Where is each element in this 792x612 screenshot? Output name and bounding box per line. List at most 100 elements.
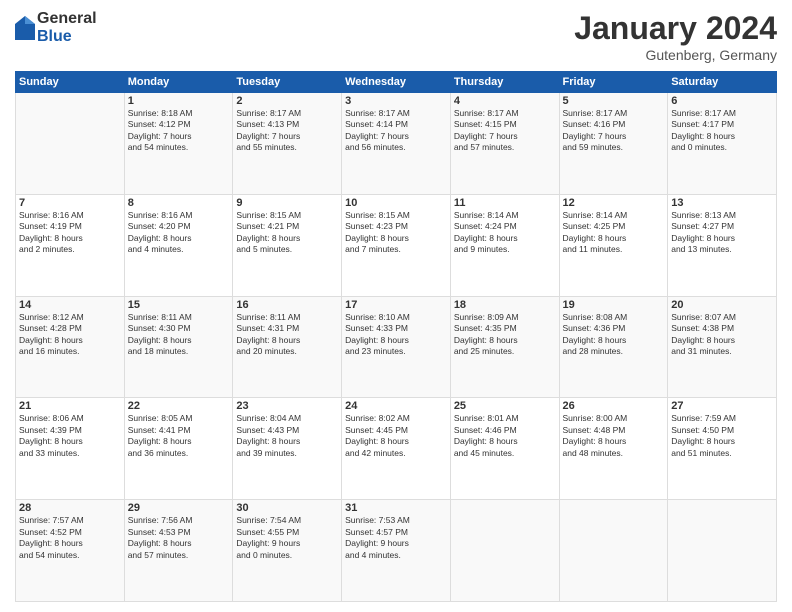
day-number: 14	[19, 299, 121, 311]
calendar-cell: 16Sunrise: 8:11 AMSunset: 4:31 PMDayligh…	[233, 296, 342, 398]
day-info: Sunrise: 8:08 AMSunset: 4:36 PMDaylight:…	[563, 312, 665, 358]
calendar-cell: 2Sunrise: 8:17 AMSunset: 4:13 PMDaylight…	[233, 93, 342, 195]
calendar-cell: 3Sunrise: 8:17 AMSunset: 4:14 PMDaylight…	[342, 93, 451, 195]
calendar-cell	[16, 93, 125, 195]
calendar-cell: 6Sunrise: 8:17 AMSunset: 4:17 PMDaylight…	[668, 93, 777, 195]
calendar-cell: 23Sunrise: 8:04 AMSunset: 4:43 PMDayligh…	[233, 398, 342, 500]
day-info: Sunrise: 8:05 AMSunset: 4:41 PMDaylight:…	[128, 413, 230, 459]
day-number: 6	[671, 95, 773, 107]
day-info: Sunrise: 8:14 AMSunset: 4:25 PMDaylight:…	[563, 210, 665, 256]
day-info: Sunrise: 8:00 AMSunset: 4:48 PMDaylight:…	[563, 413, 665, 459]
calendar-header-row: SundayMondayTuesdayWednesdayThursdayFrid…	[16, 72, 777, 93]
calendar-cell: 22Sunrise: 8:05 AMSunset: 4:41 PMDayligh…	[124, 398, 233, 500]
day-number: 10	[345, 197, 447, 209]
calendar-week-row: 28Sunrise: 7:57 AMSunset: 4:52 PMDayligh…	[16, 500, 777, 602]
day-number: 12	[563, 197, 665, 209]
day-info: Sunrise: 8:14 AMSunset: 4:24 PMDaylight:…	[454, 210, 556, 256]
calendar-cell: 13Sunrise: 8:13 AMSunset: 4:27 PMDayligh…	[668, 194, 777, 296]
day-info: Sunrise: 8:17 AMSunset: 4:14 PMDaylight:…	[345, 108, 447, 154]
calendar-cell	[668, 500, 777, 602]
day-number: 22	[128, 400, 230, 412]
logo-general: General	[37, 10, 97, 28]
day-number: 24	[345, 400, 447, 412]
calendar-cell: 27Sunrise: 7:59 AMSunset: 4:50 PMDayligh…	[668, 398, 777, 500]
calendar-cell: 24Sunrise: 8:02 AMSunset: 4:45 PMDayligh…	[342, 398, 451, 500]
day-info: Sunrise: 7:54 AMSunset: 4:55 PMDaylight:…	[236, 515, 338, 561]
weekday-header: Saturday	[668, 72, 777, 93]
weekday-header: Sunday	[16, 72, 125, 93]
day-number: 7	[19, 197, 121, 209]
calendar-cell: 19Sunrise: 8:08 AMSunset: 4:36 PMDayligh…	[559, 296, 668, 398]
day-number: 26	[563, 400, 665, 412]
day-number: 17	[345, 299, 447, 311]
day-number: 8	[128, 197, 230, 209]
calendar-cell: 14Sunrise: 8:12 AMSunset: 4:28 PMDayligh…	[16, 296, 125, 398]
day-number: 2	[236, 95, 338, 107]
day-info: Sunrise: 7:53 AMSunset: 4:57 PMDaylight:…	[345, 515, 447, 561]
calendar-cell: 11Sunrise: 8:14 AMSunset: 4:24 PMDayligh…	[450, 194, 559, 296]
day-number: 19	[563, 299, 665, 311]
day-number: 5	[563, 95, 665, 107]
day-number: 13	[671, 197, 773, 209]
day-info: Sunrise: 8:17 AMSunset: 4:16 PMDaylight:…	[563, 108, 665, 154]
calendar-week-row: 21Sunrise: 8:06 AMSunset: 4:39 PMDayligh…	[16, 398, 777, 500]
day-info: Sunrise: 8:15 AMSunset: 4:23 PMDaylight:…	[345, 210, 447, 256]
day-number: 18	[454, 299, 556, 311]
calendar-cell	[559, 500, 668, 602]
day-info: Sunrise: 7:57 AMSunset: 4:52 PMDaylight:…	[19, 515, 121, 561]
calendar-cell: 30Sunrise: 7:54 AMSunset: 4:55 PMDayligh…	[233, 500, 342, 602]
weekday-header: Wednesday	[342, 72, 451, 93]
calendar-cell: 17Sunrise: 8:10 AMSunset: 4:33 PMDayligh…	[342, 296, 451, 398]
calendar-week-row: 1Sunrise: 8:18 AMSunset: 4:12 PMDaylight…	[16, 93, 777, 195]
logo-blue: Blue	[37, 28, 97, 46]
day-info: Sunrise: 8:11 AMSunset: 4:30 PMDaylight:…	[128, 312, 230, 358]
calendar-week-row: 14Sunrise: 8:12 AMSunset: 4:28 PMDayligh…	[16, 296, 777, 398]
day-number: 9	[236, 197, 338, 209]
calendar-cell: 25Sunrise: 8:01 AMSunset: 4:46 PMDayligh…	[450, 398, 559, 500]
weekday-header: Friday	[559, 72, 668, 93]
day-number: 29	[128, 502, 230, 514]
day-number: 21	[19, 400, 121, 412]
day-info: Sunrise: 8:17 AMSunset: 4:13 PMDaylight:…	[236, 108, 338, 154]
logo-text: General Blue	[37, 10, 97, 45]
calendar-cell: 4Sunrise: 8:17 AMSunset: 4:15 PMDaylight…	[450, 93, 559, 195]
calendar-cell: 1Sunrise: 8:18 AMSunset: 4:12 PMDaylight…	[124, 93, 233, 195]
day-number: 27	[671, 400, 773, 412]
calendar-cell: 12Sunrise: 8:14 AMSunset: 4:25 PMDayligh…	[559, 194, 668, 296]
calendar-cell: 18Sunrise: 8:09 AMSunset: 4:35 PMDayligh…	[450, 296, 559, 398]
logo: General Blue	[15, 10, 97, 45]
calendar-cell: 9Sunrise: 8:15 AMSunset: 4:21 PMDaylight…	[233, 194, 342, 296]
calendar-cell: 15Sunrise: 8:11 AMSunset: 4:30 PMDayligh…	[124, 296, 233, 398]
day-number: 25	[454, 400, 556, 412]
calendar-table: SundayMondayTuesdayWednesdayThursdayFrid…	[15, 71, 777, 602]
day-info: Sunrise: 8:12 AMSunset: 4:28 PMDaylight:…	[19, 312, 121, 358]
day-info: Sunrise: 8:02 AMSunset: 4:45 PMDaylight:…	[345, 413, 447, 459]
logo-icon	[15, 16, 35, 40]
day-info: Sunrise: 8:11 AMSunset: 4:31 PMDaylight:…	[236, 312, 338, 358]
day-info: Sunrise: 8:06 AMSunset: 4:39 PMDaylight:…	[19, 413, 121, 459]
weekday-header: Monday	[124, 72, 233, 93]
day-number: 28	[19, 502, 121, 514]
day-info: Sunrise: 8:09 AMSunset: 4:35 PMDaylight:…	[454, 312, 556, 358]
day-info: Sunrise: 8:15 AMSunset: 4:21 PMDaylight:…	[236, 210, 338, 256]
day-info: Sunrise: 8:04 AMSunset: 4:43 PMDaylight:…	[236, 413, 338, 459]
day-number: 30	[236, 502, 338, 514]
day-info: Sunrise: 8:17 AMSunset: 4:15 PMDaylight:…	[454, 108, 556, 154]
title-block: January 2024 Gutenberg, Germany	[574, 10, 777, 63]
calendar-cell: 29Sunrise: 7:56 AMSunset: 4:53 PMDayligh…	[124, 500, 233, 602]
day-info: Sunrise: 8:07 AMSunset: 4:38 PMDaylight:…	[671, 312, 773, 358]
day-info: Sunrise: 8:16 AMSunset: 4:19 PMDaylight:…	[19, 210, 121, 256]
page: General Blue January 2024 Gutenberg, Ger…	[0, 0, 792, 612]
day-info: Sunrise: 8:16 AMSunset: 4:20 PMDaylight:…	[128, 210, 230, 256]
weekday-header: Tuesday	[233, 72, 342, 93]
day-info: Sunrise: 8:13 AMSunset: 4:27 PMDaylight:…	[671, 210, 773, 256]
weekday-header: Thursday	[450, 72, 559, 93]
day-info: Sunrise: 8:01 AMSunset: 4:46 PMDaylight:…	[454, 413, 556, 459]
calendar-cell: 21Sunrise: 8:06 AMSunset: 4:39 PMDayligh…	[16, 398, 125, 500]
calendar-cell: 8Sunrise: 8:16 AMSunset: 4:20 PMDaylight…	[124, 194, 233, 296]
day-number: 20	[671, 299, 773, 311]
calendar-cell: 20Sunrise: 8:07 AMSunset: 4:38 PMDayligh…	[668, 296, 777, 398]
calendar-cell: 5Sunrise: 8:17 AMSunset: 4:16 PMDaylight…	[559, 93, 668, 195]
day-number: 4	[454, 95, 556, 107]
day-info: Sunrise: 7:59 AMSunset: 4:50 PMDaylight:…	[671, 413, 773, 459]
